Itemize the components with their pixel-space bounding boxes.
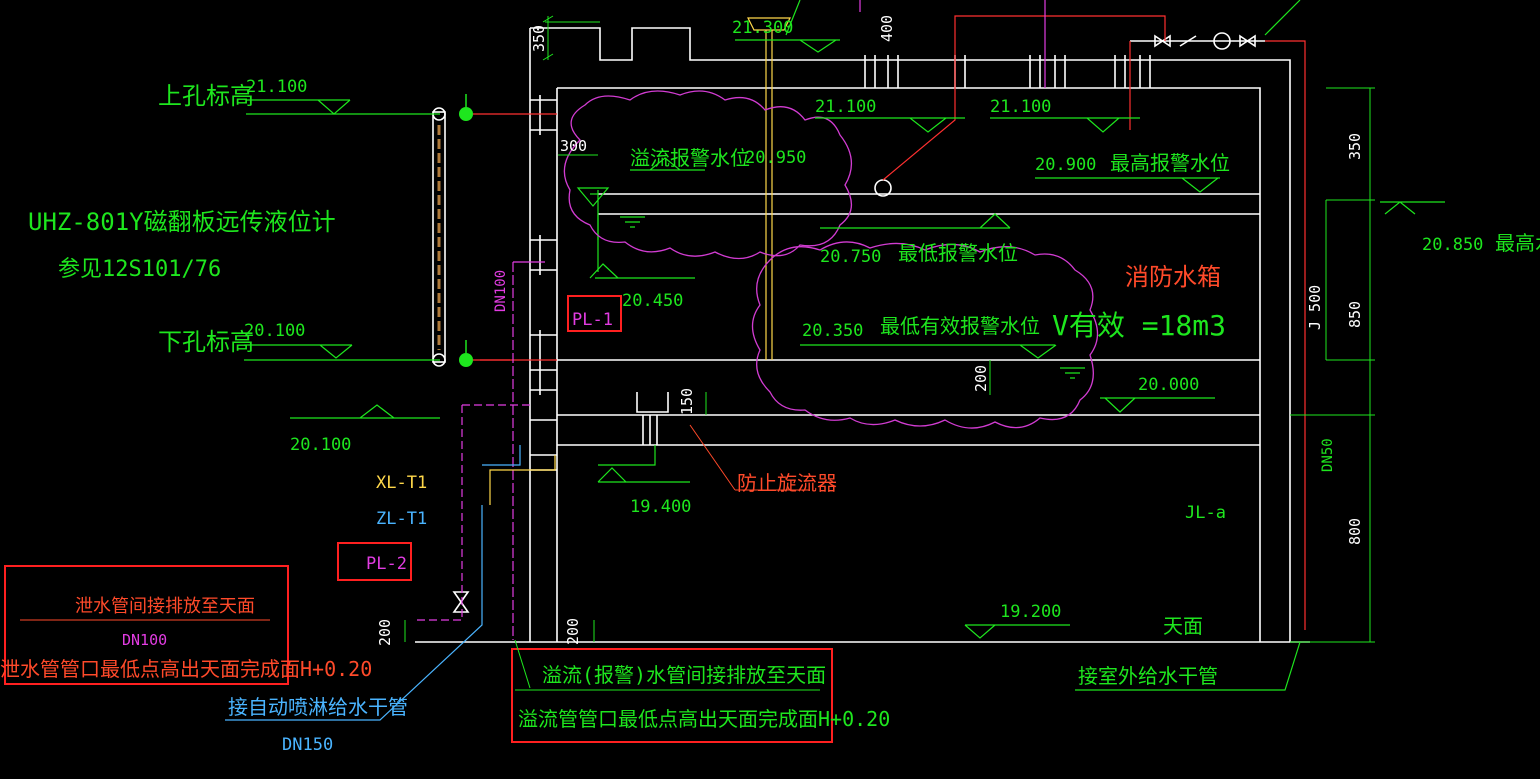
elev-20100-left: 20.100	[244, 321, 305, 341]
min-effective-label: 最低有效报警水位	[880, 314, 1040, 338]
dim-200-bottom: 200	[564, 618, 582, 645]
dim-300: 300	[560, 137, 587, 155]
overflow-note-line1: 溢流(报警)水管间接排放至天面	[542, 663, 826, 687]
elev-19200: 19.200	[1000, 602, 1061, 622]
dn100-label: DN100	[122, 631, 167, 649]
drain-note-line1: 泄水管间接排放至天面	[75, 596, 255, 617]
elev-20900: 20.900	[1035, 155, 1096, 175]
lower-hole-label: 下孔标高	[158, 328, 254, 356]
dim-150: 150	[678, 388, 696, 415]
elev-20950: 20.950	[745, 148, 806, 168]
dim-800: 800	[1346, 518, 1364, 545]
elev-20000: 20.000	[1138, 375, 1199, 395]
max-alarm-label: 最高报警水位	[1110, 151, 1230, 175]
dim-200-mid: 200	[972, 365, 990, 392]
fire-water-tank-section-drawing: 上孔标高 下孔标高 UHZ-801Y磁翻板远传液位计 参见12S101/76 溢…	[0, 0, 1540, 755]
xl-t1-label: XL-T1	[376, 473, 427, 493]
overflow-note-line2: 溢流管管口最低点高出天面完成面H+0.20	[518, 707, 890, 731]
pl1-label: PL-1	[572, 310, 613, 330]
min-alarm-label: 最低报警水位	[898, 241, 1018, 265]
dim-200-left: 200	[376, 619, 394, 646]
elev-20100-lower: 20.100	[290, 435, 351, 455]
dn150-label: DN150	[282, 735, 333, 755]
gauge-connection-nodes	[459, 94, 473, 367]
elev-21100-right: 21.100	[990, 97, 1051, 117]
max-level-right-label: 最高水	[1495, 231, 1540, 255]
elev-20350: 20.350	[802, 321, 863, 341]
dim-350-right: 350	[1346, 133, 1364, 160]
dim-350-top: 350	[530, 25, 548, 52]
outdoor-supply-label: 接室外给水干管	[1078, 664, 1218, 688]
overflow-alarm-label: 溢流报警水位	[630, 146, 750, 170]
elev-20450: 20.450	[622, 291, 683, 311]
dn50-label: DN50	[1320, 438, 1336, 472]
pl2-label: PL-2	[366, 554, 407, 574]
dim-850: 850	[1346, 301, 1364, 328]
elev-21300: 21.300	[732, 18, 793, 38]
elev-21100-center: 21.100	[815, 97, 876, 117]
zl-t1-label: ZL-T1	[376, 509, 427, 529]
upper-hole-label: 上孔标高	[158, 82, 254, 110]
elev-19400: 19.400	[630, 497, 691, 517]
gauge-model-label: UHZ-801Y磁翻板远传液位计	[28, 208, 336, 236]
sprinkler-supply-label: 接自动喷淋给水干管	[228, 695, 408, 719]
jl-a-label: JL-a	[1185, 503, 1226, 523]
anti-vortex-label: 防止旋流器	[737, 471, 837, 495]
drain-note-line2: 泄水管管口最低点高出天面完成面H+0.20	[0, 657, 372, 681]
dim-400: 400	[878, 15, 896, 42]
elev-20850: 20.850	[1422, 235, 1483, 255]
dn100-vertical-label: DN100	[493, 270, 509, 312]
tank-name-label: 消防水箱	[1125, 263, 1221, 291]
elev-21100-left: 21.100	[246, 77, 307, 97]
roof-label: 天面	[1163, 614, 1203, 638]
elev-20750: 20.750	[820, 247, 881, 267]
dim-500: J 500	[1306, 285, 1324, 330]
gauge-reference-label: 参见12S101/76	[58, 257, 221, 282]
volume-label: V有效 =18m3	[1052, 309, 1226, 342]
